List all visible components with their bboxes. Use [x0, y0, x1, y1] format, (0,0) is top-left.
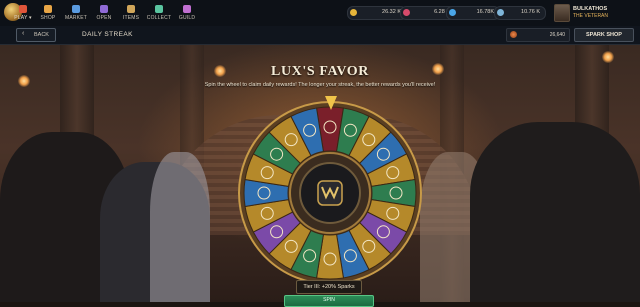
nav-shop[interactable]: SHOP [33, 5, 63, 21]
shard-value: 10.76 K [521, 9, 540, 15]
top-navigation-bar: PLAY ▾ SHOP MARKET OPEN ITEMS COLLECT GU… [0, 0, 640, 27]
shop-icon [44, 5, 52, 13]
page-title: DAILY STREAK [82, 31, 133, 38]
items-icon [127, 5, 135, 13]
event-subtitle: Spin the wheel to claim daily rewards! T… [204, 82, 436, 88]
open-pack-icon [100, 5, 108, 13]
nav-shop-label: SHOP [40, 15, 56, 21]
wheel-svg [238, 101, 422, 285]
back-button[interactable]: ‹ BACK [16, 28, 56, 42]
crowd-right [470, 122, 640, 302]
lantern-icon [602, 51, 614, 63]
nav-open-label: OPEN [96, 15, 112, 21]
nav-guild-label: GUILD [178, 15, 196, 21]
gold-coin-icon [350, 9, 357, 16]
gold-currency[interactable]: 26.32 K [347, 6, 407, 20]
spin-emblem-icon [317, 180, 343, 206]
spark-icon [510, 31, 517, 38]
guild-icon [183, 5, 191, 13]
reward-wheel[interactable] [238, 101, 422, 285]
sub-header-bar: ‹ BACK DAILY STREAK 26,640 SPARK SHOP [0, 26, 640, 45]
avatar[interactable] [554, 4, 570, 22]
nav-items[interactable]: ITEMS [116, 5, 146, 21]
arrow-left-icon: ‹ [22, 30, 25, 37]
collect-icon [155, 5, 163, 13]
feather-icon [449, 9, 456, 16]
feather-value: 16.78K [476, 9, 494, 15]
username: BULKATHOS [573, 6, 608, 12]
elf-figure-left [150, 152, 210, 302]
tier-badge: Tier III: +20% Sparks [296, 280, 362, 294]
nav-open[interactable]: OPEN [89, 5, 119, 21]
user-title: THE VETERAN [573, 13, 609, 19]
play-icon [19, 5, 27, 13]
event-title: LUX'S FAVOR [271, 64, 369, 79]
sparks-value: 26,640 [549, 32, 565, 38]
back-label: BACK [34, 32, 49, 38]
feather-currency[interactable]: 16.78K [446, 6, 500, 20]
nav-market-label: MARKET [64, 15, 88, 21]
nav-market[interactable]: MARKET [61, 5, 91, 21]
nav-collect-label: COLLECT [146, 15, 172, 21]
gem-icon [403, 9, 410, 16]
market-icon [72, 5, 80, 13]
nav-collect[interactable]: COLLECT [144, 5, 174, 21]
gold-value: 26.32 K [382, 9, 401, 15]
spin-label: SPIN [323, 297, 335, 303]
wheel-pointer-icon [325, 96, 337, 110]
nav-items-label: ITEMS [122, 15, 140, 21]
shard-currency[interactable]: 10.76 K [494, 6, 546, 20]
sparks-balance: 26,640 [506, 28, 570, 42]
nav-guild[interactable]: GUILD [172, 5, 202, 21]
spark-shop-button[interactable]: SPARK SHOP [574, 28, 634, 42]
spin-button[interactable]: SPIN [284, 295, 374, 307]
shard-icon [497, 9, 504, 16]
